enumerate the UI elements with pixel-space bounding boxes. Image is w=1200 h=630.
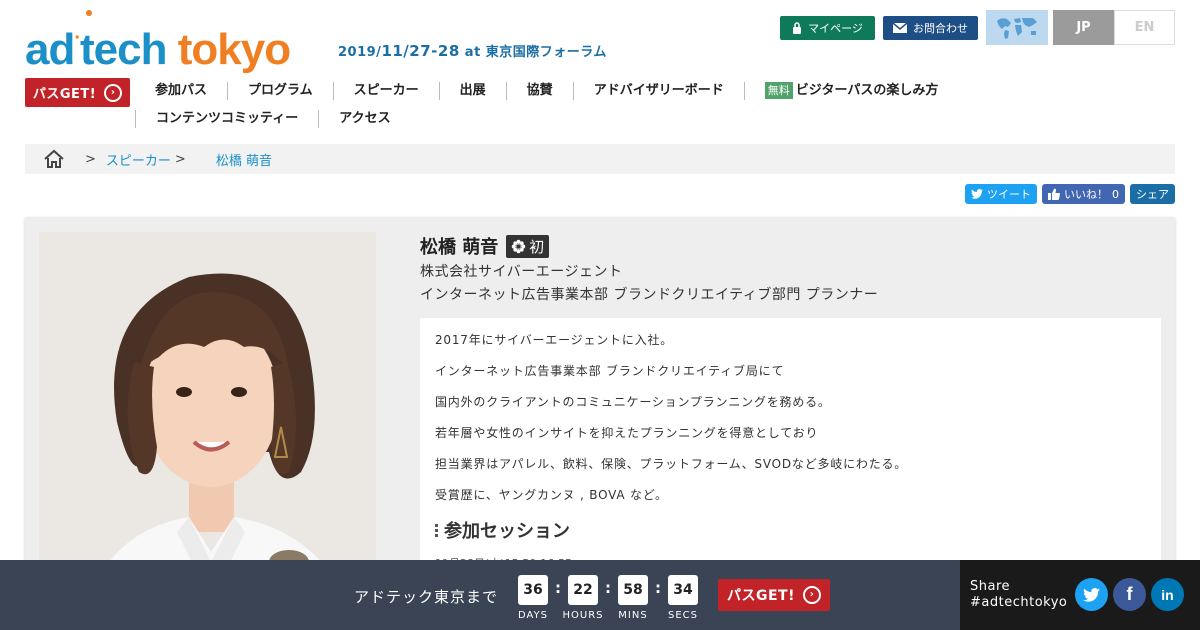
logo-text: ad·tech tokyo — [25, 25, 291, 74]
facebook-like-button[interactable]: いいね！ 0 — [1042, 184, 1125, 204]
countdown-days: 36 — [518, 575, 548, 605]
chevron-right-icon: › — [803, 586, 821, 604]
nav-item-program[interactable]: プログラム — [227, 82, 333, 100]
event-date: 2019/11/27-28 at 東京国際フォーラム — [338, 42, 607, 60]
twitter-bird-icon — [971, 189, 983, 199]
pass-get-button[interactable]: パスGET! › — [25, 78, 130, 107]
tweet-label: ツイート — [987, 188, 1031, 201]
nav-item-access[interactable]: アクセス — [318, 110, 410, 128]
bio-line: 担当業界はアパレル、飲料、保険、プラットフォーム、SVODなど多岐にわたる。 — [435, 457, 908, 471]
countdown-pass-get-button[interactable]: パスGET! › — [718, 579, 830, 611]
speaker-name: 松橋 萌音 初 — [420, 233, 550, 259]
lang-jp-button[interactable]: JP — [1053, 10, 1114, 45]
world-map-icon — [997, 17, 1037, 39]
breadcrumb-separator: > — [174, 151, 186, 167]
nav-item-exhibit[interactable]: 出展 — [438, 82, 506, 100]
bio-line: 若年層や女性のインサイトを抑えたプランニングを得意としており — [435, 426, 819, 440]
like-count: 0 — [1112, 187, 1119, 201]
first-time-badge: 初 — [506, 234, 550, 258]
share-text: Share — [970, 579, 1011, 594]
home-icon[interactable] — [43, 149, 65, 169]
logo-dot — [86, 10, 92, 16]
main-nav-row-1: 参加パス プログラム スピーカー 出展 協賛 アドバイザリーボード 無料 ビジター… — [135, 82, 958, 100]
facebook-icon: f — [1126, 584, 1133, 604]
countdown-days-label: DAYS — [517, 610, 549, 621]
sessions-heading: 参加セッション — [435, 517, 1146, 543]
facebook-share-button[interactable]: f — [1113, 578, 1146, 611]
countdown-mins: 58 — [618, 575, 648, 605]
top-utility-buttons: マイページ お問合わせ JP EN — [780, 10, 1175, 45]
nav-item-content-committee[interactable]: コンテンツコミッティー — [135, 110, 318, 128]
linkedin-icon: in — [1161, 586, 1174, 603]
countdown-pass-get-label: パスGET! — [727, 588, 795, 604]
countdown-colon: : — [655, 579, 661, 597]
pass-get-label: パスGET! — [32, 87, 97, 102]
countdown-bar: アドテック東京まで 36 DAYS : 22 HOURS : 58 MINS :… — [0, 560, 960, 630]
countdown-mins-label: MINS — [618, 610, 648, 621]
countdown-secs-label: SECS — [668, 610, 698, 621]
countdown-hours: 22 — [568, 575, 598, 605]
mypage-button[interactable]: マイページ — [780, 16, 875, 40]
share-hashtag: #adtechtokyo — [970, 595, 1068, 610]
nav-item-pass[interactable]: 参加パス — [135, 82, 227, 100]
nav-item-speakers[interactable]: スピーカー — [332, 82, 439, 100]
speaker-name-text: 松橋 萌音 — [420, 237, 499, 258]
countdown-colon: : — [555, 579, 561, 597]
countdown-hours-label: HOURS — [562, 610, 604, 621]
lang-en-button[interactable]: EN — [1114, 10, 1175, 45]
bio-line: 国内外のクライアントのコミュニケーションプランニングを務める。 — [435, 395, 831, 409]
first-time-badge-label: 初 — [529, 237, 545, 256]
free-badge: 無料 — [764, 82, 793, 99]
lock-icon — [793, 22, 802, 34]
like-label: いいね！ — [1064, 188, 1108, 201]
speaker-company: 株式会社サイバーエージェント — [420, 264, 623, 280]
bio-line: 2017年にサイバーエージェントに入社。 — [435, 333, 674, 347]
breadcrumb: > スピーカー > 松橋 萌音 — [25, 144, 1175, 174]
countdown-colon: : — [605, 579, 611, 597]
chevron-right-icon: › — [104, 83, 123, 102]
contact-label: お問合わせ — [913, 22, 968, 35]
sessions-heading-text: 参加セッション — [444, 521, 570, 542]
heading-dots-icon — [435, 523, 438, 537]
social-share-row: ツイート いいね！ 0 シェア — [965, 184, 1175, 204]
countdown-secs: 34 — [668, 575, 698, 605]
breadcrumb-current: 松橋 萌音 — [215, 153, 272, 169]
mail-icon — [893, 23, 907, 33]
bio-line: インターネット広告事業本部 ブランドクリエイティブ局にて — [435, 364, 785, 378]
contact-button[interactable]: お問合わせ — [883, 16, 978, 40]
visitor-pass-label: ビジターパスの楽しみ方 — [795, 83, 939, 98]
speaker-department: インターネット広告事業本部 ブランドクリエイティブ部門 プランナー — [420, 287, 879, 303]
world-map-button[interactable] — [986, 10, 1048, 45]
bio-line: 受賞歴に、ヤングカンヌ , BOVA など。 — [435, 488, 668, 502]
nav-item-advisory-board[interactable]: アドバイザリーボード — [572, 82, 744, 100]
share-panel-label: Share #adtechtokyo — [970, 579, 1067, 611]
nav-item-visitor-pass[interactable]: 無料 ビジターパスの楽しみ方 — [743, 82, 959, 100]
main-nav-row-2: コンテンツコミッティー アクセス — [135, 110, 411, 128]
share-button[interactable]: シェア — [1130, 184, 1175, 204]
breadcrumb-speakers[interactable]: スピーカー — [106, 150, 171, 169]
linkedin-share-button[interactable]: in — [1151, 578, 1184, 611]
twitter-share-button[interactable] — [1075, 578, 1108, 611]
countdown-label: アドテック東京まで — [354, 588, 499, 606]
twitter-bird-icon — [1083, 587, 1100, 602]
tweet-button[interactable]: ツイート — [965, 184, 1037, 204]
mypage-label: マイページ — [808, 22, 863, 35]
share-panel: Share #adtechtokyo f in — [960, 560, 1200, 630]
flower-icon — [512, 239, 526, 253]
breadcrumb-separator: > — [85, 151, 96, 167]
nav-item-sponsor[interactable]: 協賛 — [505, 82, 573, 100]
thumbs-up-icon — [1048, 188, 1060, 200]
